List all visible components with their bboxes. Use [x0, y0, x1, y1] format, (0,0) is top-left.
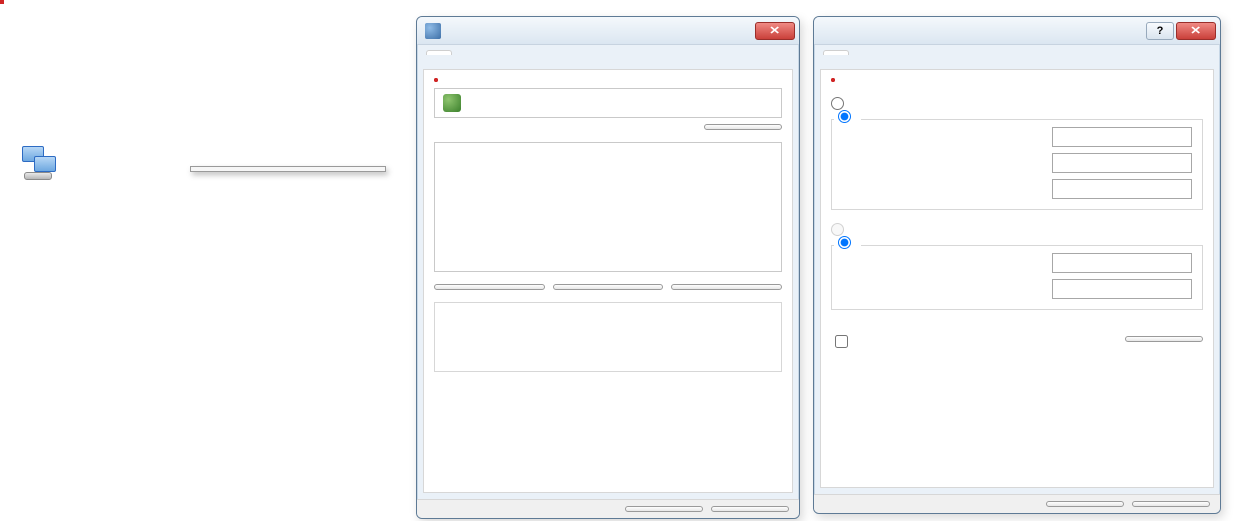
- tab-general[interactable]: [823, 50, 849, 55]
- radio-auto-dns: [831, 222, 1203, 237]
- radio-auto-ip[interactable]: [831, 96, 1203, 111]
- manual-ip-group: [831, 119, 1203, 210]
- dialog-client: [820, 69, 1214, 488]
- install-button[interactable]: [434, 284, 545, 290]
- radio-manual-dns[interactable]: [834, 236, 861, 249]
- highlight-box-properties: [0, 0, 4, 4]
- radio-auto-dns-input: [831, 223, 844, 236]
- confirm-on-exit-checkbox[interactable]: [835, 335, 848, 348]
- mask-field[interactable]: [1052, 153, 1192, 173]
- context-menu: [190, 166, 386, 172]
- dns2-field[interactable]: [1052, 279, 1192, 299]
- lan-properties-dialog: ✕: [416, 16, 800, 519]
- ok-button[interactable]: [625, 506, 703, 512]
- network-icon: [20, 142, 64, 186]
- manual-dns-group: [831, 245, 1203, 310]
- description-group: [434, 302, 782, 372]
- configure-button[interactable]: [704, 124, 782, 130]
- network-connection-item[interactable]: [20, 142, 210, 186]
- ip-field[interactable]: [1052, 127, 1192, 147]
- window-icon: [425, 23, 441, 39]
- cancel-button[interactable]: [1132, 501, 1210, 507]
- close-button[interactable]: ✕: [755, 22, 795, 40]
- uninstall-button: [553, 284, 664, 290]
- component-properties-button[interactable]: [671, 284, 782, 290]
- titlebar: ✕: [417, 17, 799, 45]
- adapter-icon: [443, 94, 461, 112]
- radio-manual-ip[interactable]: [834, 110, 861, 123]
- ipv4-properties-dialog: ? ✕: [813, 16, 1221, 514]
- close-button[interactable]: ✕: [1176, 22, 1216, 40]
- dialog-client: [423, 69, 793, 493]
- confirm-on-exit[interactable]: [831, 332, 1125, 351]
- advanced-button[interactable]: [1125, 336, 1203, 342]
- radio-manual-dns-input[interactable]: [838, 236, 851, 249]
- radio-manual-ip-input[interactable]: [838, 110, 851, 123]
- gw-field[interactable]: [1052, 179, 1192, 199]
- tab-network[interactable]: [426, 50, 452, 55]
- help-button[interactable]: ?: [1146, 22, 1174, 40]
- components-list[interactable]: [434, 142, 782, 272]
- adapter-box: [434, 88, 782, 118]
- cancel-button[interactable]: [711, 506, 789, 512]
- ok-button[interactable]: [1046, 501, 1124, 507]
- titlebar: ? ✕: [814, 17, 1220, 45]
- radio-auto-ip-input[interactable]: [831, 97, 844, 110]
- dns1-field[interactable]: [1052, 253, 1192, 273]
